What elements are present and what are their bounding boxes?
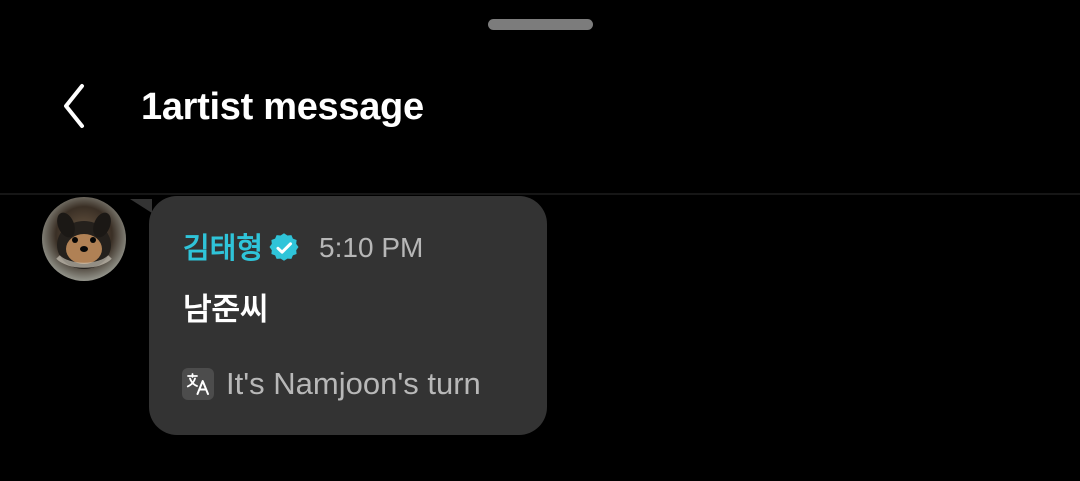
drag-handle[interactable] [488,19,593,30]
chevron-left-icon [57,80,91,137]
header-divider [0,193,1080,195]
header: 1artist message [0,60,1080,156]
message-text: 남준씨 [183,292,269,328]
verified-badge-icon [269,233,299,263]
message-bubble-tail [130,199,152,213]
translation-row[interactable]: It's Namjoon's turn [182,364,481,404]
message-bubble[interactable]: 김태형 5:10 PM 남준씨 It's Namjoon's turn [149,196,547,435]
translate-icon [182,368,214,400]
message-time: 5:10 PM [319,232,424,263]
message-header: 김태형 5:10 PM [183,230,423,266]
back-button[interactable] [48,82,100,134]
sender-name: 김태형 [183,231,264,265]
translation-text: It's Namjoon's turn [226,366,481,401]
page-title: 1artist message [141,86,424,128]
avatar[interactable] [42,197,126,281]
